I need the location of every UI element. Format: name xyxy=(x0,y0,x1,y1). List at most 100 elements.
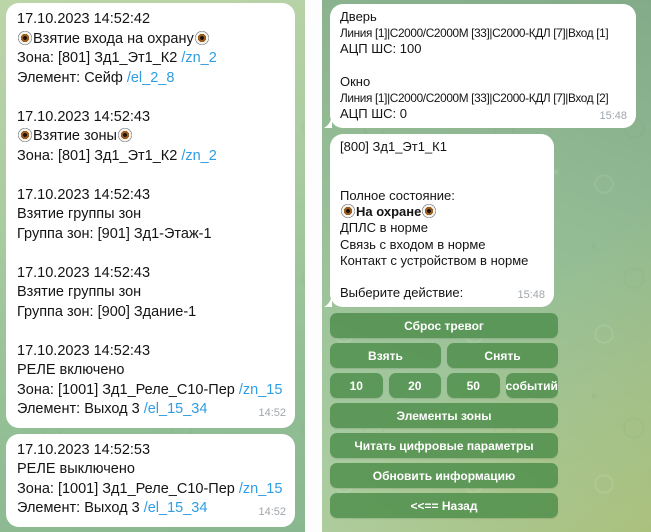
message-line: Элемент: Выход 3 /el_15_34 xyxy=(17,400,284,420)
message-line: Зона: [801] Зд1_Эт1_К2 /zn_2 xyxy=(17,147,284,167)
message-line: 17.10.2023 14:52:53 xyxy=(17,441,284,461)
message-list: 17.10.2023 14:52:42 Взятие входа на охран… xyxy=(0,3,305,527)
message-line: Взятие входа на охрану xyxy=(17,30,284,50)
message-line xyxy=(17,88,284,108)
message-line: Элемент: Выход 3 /el_15_34 xyxy=(17,499,284,519)
message-text: ДПЛС в норме xyxy=(340,220,429,236)
arm-button[interactable]: Взять xyxy=(330,343,441,369)
message-bubble: 17.10.2023 14:52:53 РЕЛЕ выключено Зона: [… xyxy=(6,433,295,527)
events-label-button[interactable]: событий xyxy=(505,373,558,399)
message-line: Дверь xyxy=(340,9,626,25)
message-line: РЕЛЕ включено xyxy=(17,361,284,381)
message-line: 17.10.2023 14:52:43 xyxy=(17,108,284,128)
message-text: Взятие входа на охрану xyxy=(33,30,194,47)
message-line: 17.10.2023 14:52:43 xyxy=(17,186,284,206)
message-text: Элемент: Выход 3 xyxy=(17,401,144,417)
message-text: Линия [1]|С2000/С2000М [33]|С2000-КДЛ [7… xyxy=(340,26,609,41)
message-line: РЕЛЕ выключено xyxy=(17,460,284,480)
message-line: Группа зон: [900] Здание-1 xyxy=(17,303,284,323)
message-line: АЦП ШС: 100 xyxy=(340,41,626,57)
message-line: Группа зон: [901] Зд1-Этаж-1 xyxy=(17,225,284,245)
disarm-button[interactable]: Снять xyxy=(447,343,558,369)
eye-icon xyxy=(18,128,32,142)
message-line xyxy=(340,58,626,74)
message-text: АЦП ШС: 100 xyxy=(340,41,422,57)
eye-icon xyxy=(18,30,32,45)
message-line: 17.10.2023 14:52:43 xyxy=(17,342,284,362)
message-text: РЕЛЕ выключено xyxy=(17,461,135,477)
message-line: ДПЛС в норме xyxy=(340,220,544,236)
message-list: Дверь Линия [1]|С2000/С2000М [33]|С2000-К… xyxy=(322,4,651,308)
message-line: Полное состояние: xyxy=(340,188,544,204)
message-bubble: 17.10.2023 14:52:42 Взятие входа на охран… xyxy=(6,3,295,428)
message-text: Дверь xyxy=(340,9,377,24)
message-text: [800] Зд1_Эт1_К1 xyxy=(340,139,447,155)
keyboard-row: <<== Назад xyxy=(330,493,558,519)
command-link[interactable]: /zn_15 xyxy=(239,481,283,497)
command-link[interactable]: /zn_2 xyxy=(181,148,216,164)
message-text: 17.10.2023 14:52:43 xyxy=(17,108,151,125)
message-line: Взятие группы зон xyxy=(17,205,284,225)
keyboard-row: Взять Снять xyxy=(330,343,558,369)
message-line: Зона: [1001] Зд1_Реле_С10-Пер /zn_15 xyxy=(17,480,284,500)
message-line xyxy=(17,166,284,186)
message-text: Полное состояние: xyxy=(340,188,455,204)
message-text: Элемент: Выход 3 xyxy=(17,500,144,516)
message-line: АЦП ШС: 0 xyxy=(340,106,626,122)
message-line xyxy=(340,172,544,188)
message-text: 17.10.2023 14:52:43 xyxy=(17,186,151,203)
eye-icon xyxy=(117,128,132,142)
message-text: Зона: [801] Зд1_Эт1_К2 xyxy=(17,147,182,164)
left-chat-panel: 17.10.2023 14:52:42 Взятие входа на охран… xyxy=(0,0,305,532)
message-text: Элемент: Сейф xyxy=(17,69,127,86)
command-link[interactable]: /el_15_34 xyxy=(144,401,208,417)
keyboard-row: Сброс тревог xyxy=(330,313,558,339)
message-text: Линия [1]|С2000/С2000М [33]|С2000-КДЛ [7… xyxy=(340,91,609,106)
message-line: Элемент: Сейф /el_2_8 xyxy=(17,69,284,89)
keyboard-row: 10 20 50 событий xyxy=(330,373,558,399)
message-text: Зона: [801] Зд1_Эт1_К2 xyxy=(17,50,182,66)
message-line: Линия [1]|С2000/С2000М [33]|С2000-КДЛ [7… xyxy=(340,25,626,41)
message-text: Взятие зоны xyxy=(33,128,117,144)
message-line xyxy=(340,156,544,172)
eye-icon xyxy=(341,204,355,219)
message-text: На охране xyxy=(356,204,422,220)
command-link[interactable]: /el_2_8 xyxy=(127,70,175,86)
message-line: Зона: [801] Зд1_Эт1_К2 /zn_2 xyxy=(17,49,284,69)
command-link[interactable]: /zn_2 xyxy=(181,50,216,66)
message-bubble: [800] Зд1_Эт1_К1 Полное состояние: На охра… xyxy=(330,134,554,308)
events-10-button[interactable]: 10 xyxy=(330,373,383,399)
message-line: Выберите действие: xyxy=(340,285,544,301)
message-text: Связь с входом в норме xyxy=(340,236,486,252)
message-line: Контакт с устройством в норме xyxy=(340,253,544,269)
reply-keyboard: Сброс тревог Взять Снять 10 20 50 событий Элеме… xyxy=(330,313,558,519)
message-text: Группа зон: [900] Здание-1 xyxy=(17,303,197,320)
message-line xyxy=(340,269,544,285)
back-button[interactable]: <<== Назад xyxy=(330,493,558,519)
message-text: Окно xyxy=(340,73,371,89)
refresh-info-button[interactable]: Обновить информацию xyxy=(330,463,558,489)
message-text: Взятие группы зон xyxy=(17,284,142,300)
message-text: 17.10.2023 14:52:43 xyxy=(17,264,151,281)
keyboard-row: Читать цифровые параметры xyxy=(330,433,558,459)
message-text: Зона: [1001] Зд1_Реле_С10-Пер xyxy=(17,381,239,398)
events-20-button[interactable]: 20 xyxy=(388,373,441,399)
keyboard-row: Обновить информацию xyxy=(330,463,558,489)
command-link[interactable]: /zn_15 xyxy=(239,382,283,398)
zone-elements-button[interactable]: Элементы зоны xyxy=(330,403,558,429)
reset-alarms-button[interactable]: Сброс тревог xyxy=(330,313,558,339)
right-chat-panel: Дверь Линия [1]|С2000/С2000М [33]|С2000-К… xyxy=(322,0,651,532)
message-bubble: Дверь Линия [1]|С2000/С2000М [33]|С2000-К… xyxy=(330,4,636,129)
read-digital-params-button[interactable]: Читать цифровые параметры xyxy=(330,433,558,459)
message-text: Зона: [1001] Зд1_Реле_С10-Пер xyxy=(17,480,239,497)
message-text: Выберите действие: xyxy=(340,285,464,301)
message-text: АЦП ШС: 0 xyxy=(340,106,407,122)
eye-icon xyxy=(422,204,437,219)
timestamp: 14:52 xyxy=(258,407,286,419)
panel-divider xyxy=(305,0,322,532)
message-line: Связь с входом в норме xyxy=(340,237,544,253)
command-link[interactable]: /el_15_34 xyxy=(144,500,208,516)
events-50-button[interactable]: 50 xyxy=(447,373,500,399)
message-text: 17.10.2023 14:52:43 xyxy=(17,342,151,359)
message-line: 17.10.2023 14:52:43 xyxy=(17,264,284,284)
